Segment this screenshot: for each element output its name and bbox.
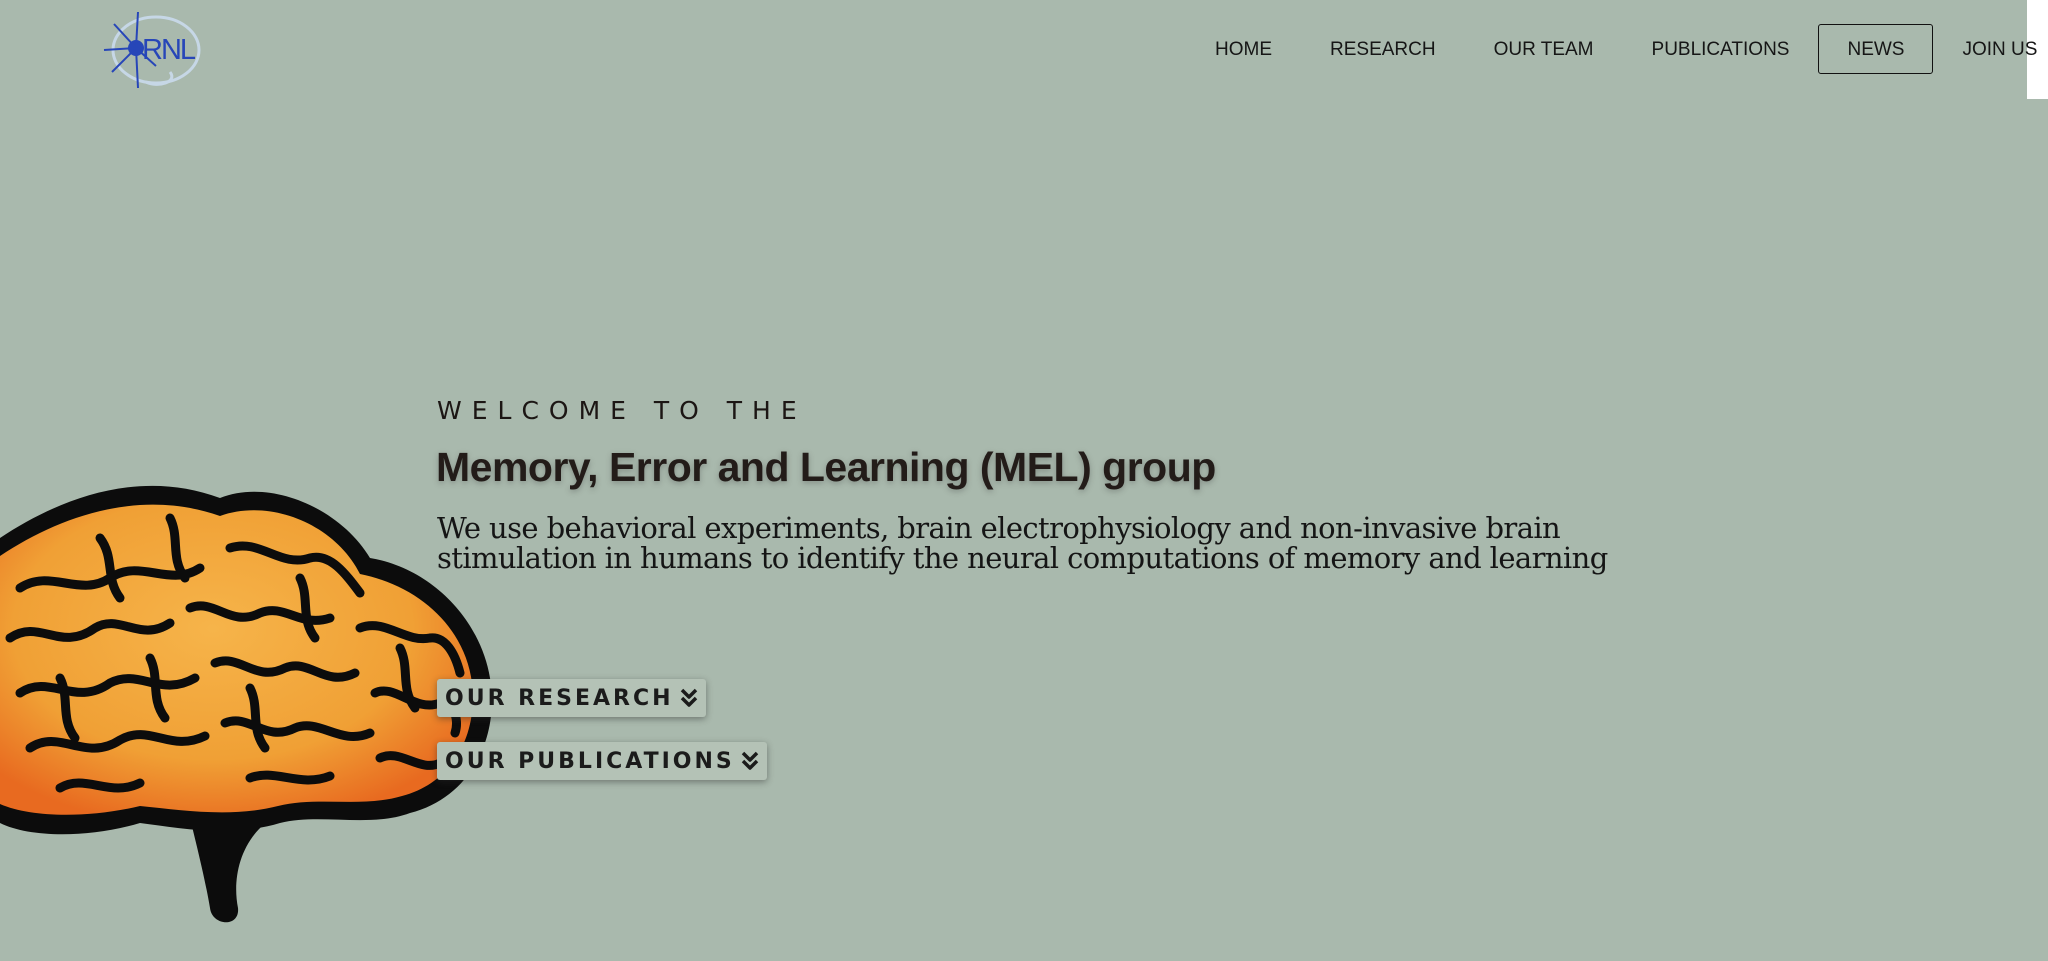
brain-illustration: [0, 485, 492, 923]
nav-our-team[interactable]: OUR TEAM: [1465, 24, 1623, 74]
our-publications-button[interactable]: OUR PUBLICATIONS: [437, 742, 767, 780]
double-chevron-down-icon: [680, 688, 697, 707]
our-publications-label: OUR PUBLICATIONS: [445, 748, 735, 774]
welcome-heading: WELCOME TO THE: [437, 396, 807, 425]
main-nav: HOME RESEARCH OUR TEAM PUBLICATIONS NEWS…: [1186, 24, 2048, 74]
hero-tagline: We use behavioral experiments, brain ele…: [437, 511, 1608, 575]
nav-publications[interactable]: PUBLICATIONS: [1623, 24, 1819, 74]
nav-join-us[interactable]: JOIN US: [1933, 24, 2048, 74]
logo-text: RNL: [142, 34, 196, 66]
our-research-button[interactable]: OUR RESEARCH: [437, 679, 706, 717]
our-research-label: OUR RESEARCH: [445, 685, 674, 711]
nav-news[interactable]: NEWS: [1818, 24, 1934, 74]
rnl-logo-icon[interactable]: RNL: [100, 10, 204, 90]
page-title: Memory, Error and Learning (MEL) group: [436, 444, 1216, 490]
nav-home[interactable]: HOME: [1186, 24, 1301, 74]
nav-research[interactable]: RESEARCH: [1301, 24, 1465, 74]
double-chevron-down-icon: [741, 751, 758, 770]
